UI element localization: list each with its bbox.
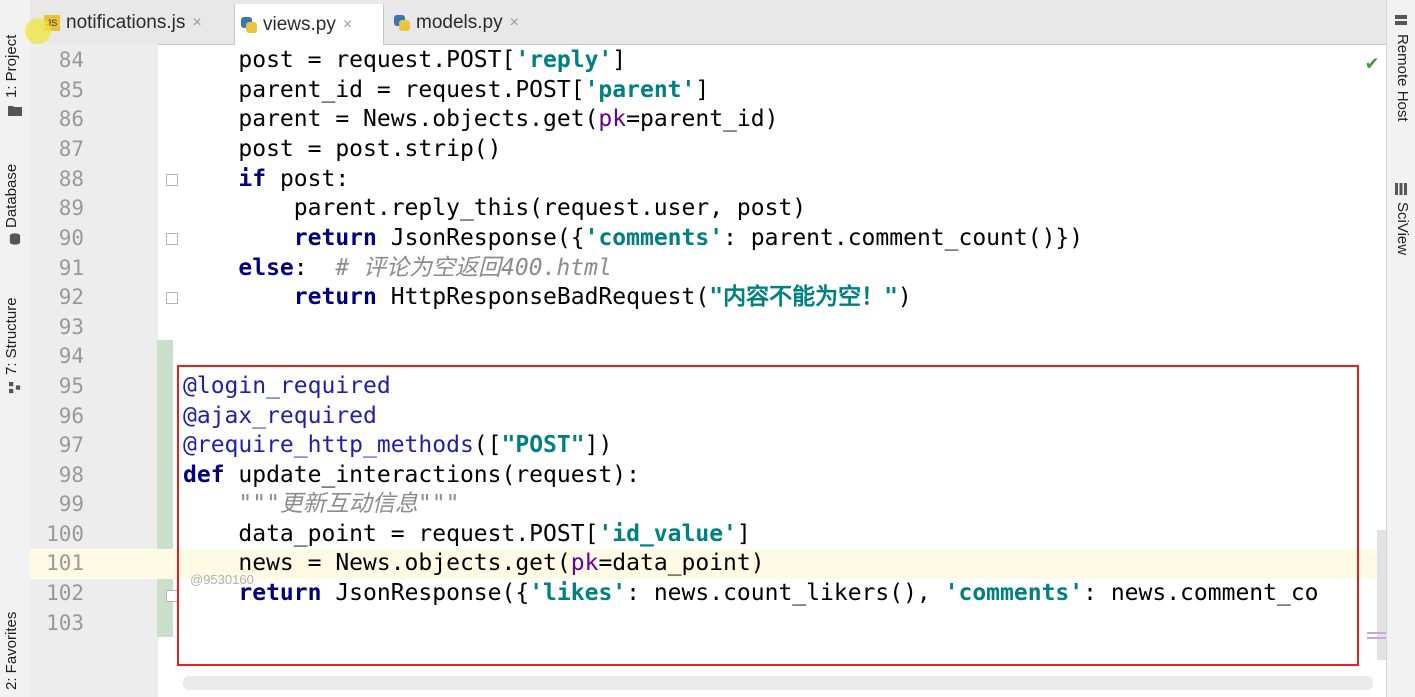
- code-line-90[interactable]: return JsonResponse({'comments': parent.…: [183, 224, 1375, 254]
- error-stripe-mark: [1367, 632, 1387, 634]
- tab-views-py[interactable]: views.py ×: [234, 4, 384, 45]
- line-number: 98: [58, 463, 84, 487]
- mouse-cursor-highlight: [25, 18, 51, 44]
- tab-label: models.py: [416, 12, 503, 33]
- code-line-85[interactable]: parent_id = request.POST['parent']: [183, 76, 1375, 106]
- line-number: 89: [58, 196, 84, 220]
- code-line-84[interactable]: post = request.POST['reply']: [183, 46, 1375, 76]
- left-tool-strip: 1: Project Database 7: Structure 2: Favo…: [0, 0, 31, 697]
- line-number: 84: [58, 48, 84, 72]
- close-icon[interactable]: ×: [192, 14, 201, 32]
- line-number: 99: [58, 492, 84, 516]
- line-number: 103: [46, 611, 84, 635]
- line-number: 86: [58, 107, 84, 131]
- tab-remote-host[interactable]: Remote Host: [1394, 34, 1411, 122]
- code-line-89[interactable]: parent.reply_this(request.user, post): [183, 194, 1375, 224]
- structure-icon: [9, 382, 21, 394]
- line-number: 101: [46, 551, 84, 575]
- tab-label: views.py: [263, 13, 336, 35]
- line-number: 91: [58, 256, 84, 280]
- tab-structure[interactable]: 7: Structure: [3, 297, 20, 375]
- remote-host-icon: [1395, 15, 1407, 25]
- line-number: 95: [58, 374, 84, 398]
- line-number: 94: [58, 344, 84, 368]
- fold-marker[interactable]: [166, 292, 178, 304]
- line-number: 100: [46, 522, 84, 546]
- tab-label: notifications.js: [66, 12, 186, 33]
- close-icon[interactable]: ×: [510, 14, 519, 32]
- right-tool-strip: Remote Host SciView: [1386, 0, 1415, 697]
- line-number: 90: [58, 226, 84, 250]
- annotation-highlight-box: [177, 365, 1359, 666]
- code-line-87[interactable]: post = post.strip(): [183, 135, 1375, 165]
- folder-icon: [8, 106, 22, 116]
- error-stripe-mark: [1367, 637, 1387, 639]
- database-icon: [9, 233, 21, 245]
- line-number: 92: [58, 285, 84, 309]
- horizontal-scrollbar[interactable]: [183, 676, 1373, 690]
- check-icon: ✔: [1366, 50, 1379, 74]
- code-line-92[interactable]: return HttpResponseBadRequest("内容不能为空！"): [183, 283, 1375, 313]
- code-line-91[interactable]: else: # 评论为空返回400.html: [183, 254, 1375, 284]
- line-number: 88: [58, 167, 84, 191]
- python-file-icon: [394, 15, 410, 31]
- tab-notifications-js[interactable]: JS notifications.js ×: [38, 4, 230, 42]
- line-number: 85: [58, 78, 84, 102]
- fold-marker[interactable]: [166, 174, 178, 186]
- tab-sciview[interactable]: SciView: [1394, 202, 1411, 255]
- tab-models-py[interactable]: models.py ×: [388, 4, 548, 42]
- editor-tab-bar: JS notifications.js × views.py × models.…: [30, 0, 1387, 45]
- code-line-86[interactable]: parent = News.objects.get(pk=parent_id): [183, 105, 1375, 135]
- close-icon[interactable]: ×: [343, 16, 352, 34]
- python-file-icon: [241, 16, 257, 33]
- tab-database[interactable]: Database: [3, 164, 20, 228]
- line-number: 87: [58, 137, 84, 161]
- fold-marker[interactable]: [166, 233, 178, 245]
- tab-project[interactable]: 1: Project: [3, 35, 20, 98]
- line-number: 97: [58, 433, 84, 457]
- code-line-88[interactable]: if post:: [183, 165, 1375, 195]
- tab-favorites[interactable]: 2: Favorites: [3, 612, 20, 690]
- sciview-icon: [1395, 183, 1407, 195]
- line-number: 93: [58, 315, 84, 339]
- line-number: 96: [58, 404, 84, 428]
- line-number: 102: [46, 581, 84, 605]
